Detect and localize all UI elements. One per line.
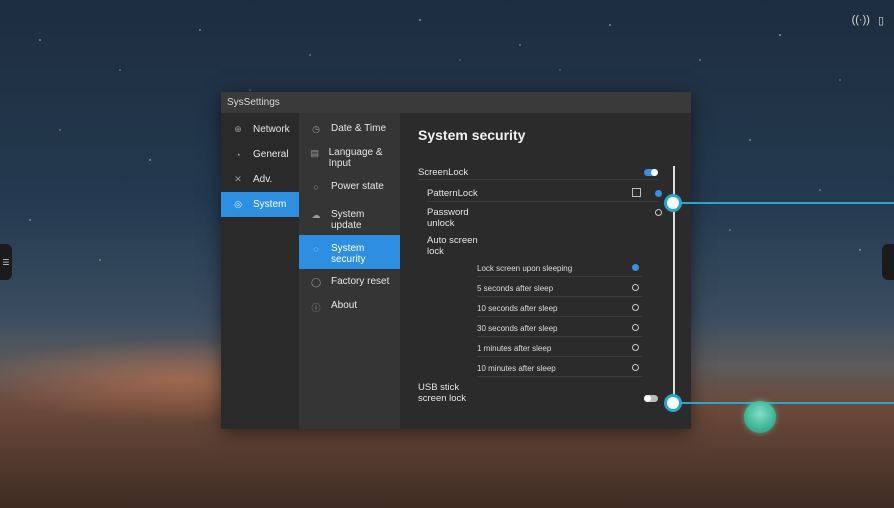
patternlock-label: PatternLock: [427, 188, 478, 199]
nav-item-date-time[interactable]: ◷ Date & Time: [299, 119, 400, 143]
info-icon: ⓘ: [311, 303, 321, 313]
auto-lock-option[interactable]: 10 minutes after sleep: [477, 364, 556, 373]
nav-label: Factory reset: [331, 276, 390, 287]
auto-lock-radio[interactable]: [632, 364, 639, 371]
nav-label: Power state: [331, 181, 384, 192]
floating-assistive-button[interactable]: [744, 401, 776, 433]
nav-label: Date & Time: [331, 123, 387, 134]
callout-marker: [664, 194, 682, 212]
nav-label: Language & Input: [328, 147, 383, 169]
secondary-nav: ◷ Date & Time ▤ Language & Input ○ Power…: [299, 113, 400, 429]
tools-icon: ✕: [234, 174, 242, 184]
nav-label: General: [253, 149, 289, 160]
patternlock-radio[interactable]: [655, 190, 662, 197]
divider: [477, 376, 642, 377]
primary-nav: ⊕ Network ◔ General ✕ Adv. ◎ System: [221, 113, 299, 429]
auto-lock-option[interactable]: 5 seconds after sleep: [477, 284, 553, 293]
password-radio[interactable]: [655, 209, 662, 216]
toggle-knob: [651, 169, 658, 176]
divider: [418, 179, 658, 180]
auto-lock-radio[interactable]: [632, 304, 639, 311]
auto-lock-option[interactable]: Lock screen upon sleeping: [477, 264, 572, 273]
nav-label: Adv.: [253, 174, 273, 185]
auto-lock-radio[interactable]: [632, 324, 639, 331]
power-icon: ○: [313, 182, 319, 192]
edit-icon[interactable]: [632, 188, 641, 197]
shield-icon: ◌: [313, 244, 319, 254]
nav-label: System security: [331, 243, 366, 265]
nav-item-system-security[interactable]: ◌ System security: [299, 235, 400, 269]
nav-label: System update: [331, 209, 365, 231]
callout-line: [680, 202, 894, 204]
divider: [477, 296, 642, 297]
nav-item-system-update[interactable]: ☁ System update: [299, 203, 400, 235]
screenlock-label: ScreenLock: [418, 167, 469, 178]
divider: [477, 316, 642, 317]
nav-item-power-state[interactable]: ○ Power state: [299, 177, 400, 203]
divider: [477, 336, 642, 337]
globe-icon: ⊕: [234, 124, 242, 134]
nav-item-system[interactable]: ◎ System: [221, 192, 299, 217]
divider: [477, 276, 642, 277]
window-title: SysSettings: [221, 92, 691, 113]
auto-lock-radio[interactable]: [632, 284, 639, 291]
nav-label: Network: [253, 124, 290, 135]
auto-lock-option[interactable]: 30 seconds after sleep: [477, 324, 558, 333]
right-edge-tab[interactable]: [882, 244, 894, 280]
usb-icon[interactable]: ▯: [878, 14, 884, 27]
content-panel: System security ScreenLock PatternLock P…: [400, 113, 691, 429]
auto-lock-option[interactable]: 10 seconds after sleep: [477, 304, 558, 313]
nav-label: About: [331, 300, 358, 311]
wifi-hotspot-icon[interactable]: ((·)): [852, 14, 870, 27]
nav-item-factory-reset[interactable]: ◯ Factory reset: [299, 269, 400, 293]
usb-lock-toggle[interactable]: [644, 395, 658, 402]
nav-item-general[interactable]: ◔ General: [221, 142, 299, 167]
divider: [427, 201, 658, 202]
keyboard-icon: ▤: [310, 148, 320, 158]
auto-lock-label: Auto screen lock: [427, 235, 478, 257]
system-icon: ◎: [234, 199, 242, 209]
palette-icon: ◔: [235, 149, 241, 160]
page-title: System security: [418, 127, 526, 143]
settings-window: SysSettings ⊕ Network ◔ General ✕ Adv. ◎…: [221, 92, 691, 429]
nav-label: System: [253, 199, 287, 210]
auto-lock-option[interactable]: 1 minutes after sleep: [477, 344, 551, 353]
nav-item-language-input[interactable]: ▤ Language & Input: [299, 143, 400, 177]
cloud-icon: ☁: [311, 210, 321, 220]
callout-marker: [664, 394, 682, 412]
auto-lock-radio[interactable]: [632, 264, 639, 271]
divider: [477, 356, 642, 357]
screenlock-toggle[interactable]: [644, 169, 658, 176]
auto-lock-radio[interactable]: [632, 344, 639, 351]
nav-item-adv[interactable]: ✕ Adv.: [221, 167, 299, 192]
usb-lock-label: USB stick screen lock: [418, 382, 467, 404]
left-edge-tab[interactable]: ☰: [0, 244, 12, 280]
clock-icon: ◷: [312, 124, 320, 134]
sidebar-toggle-icon: ☰: [2, 257, 10, 267]
nav-item-about[interactable]: ⓘ About: [299, 293, 400, 317]
nav-item-network[interactable]: ⊕ Network: [221, 117, 299, 142]
password-label: Password unlock: [427, 207, 469, 229]
reset-icon: ◯: [310, 277, 322, 287]
status-bar: ((·)) ▯: [852, 14, 884, 27]
toggle-knob: [644, 395, 651, 402]
callout-line: [680, 402, 894, 404]
